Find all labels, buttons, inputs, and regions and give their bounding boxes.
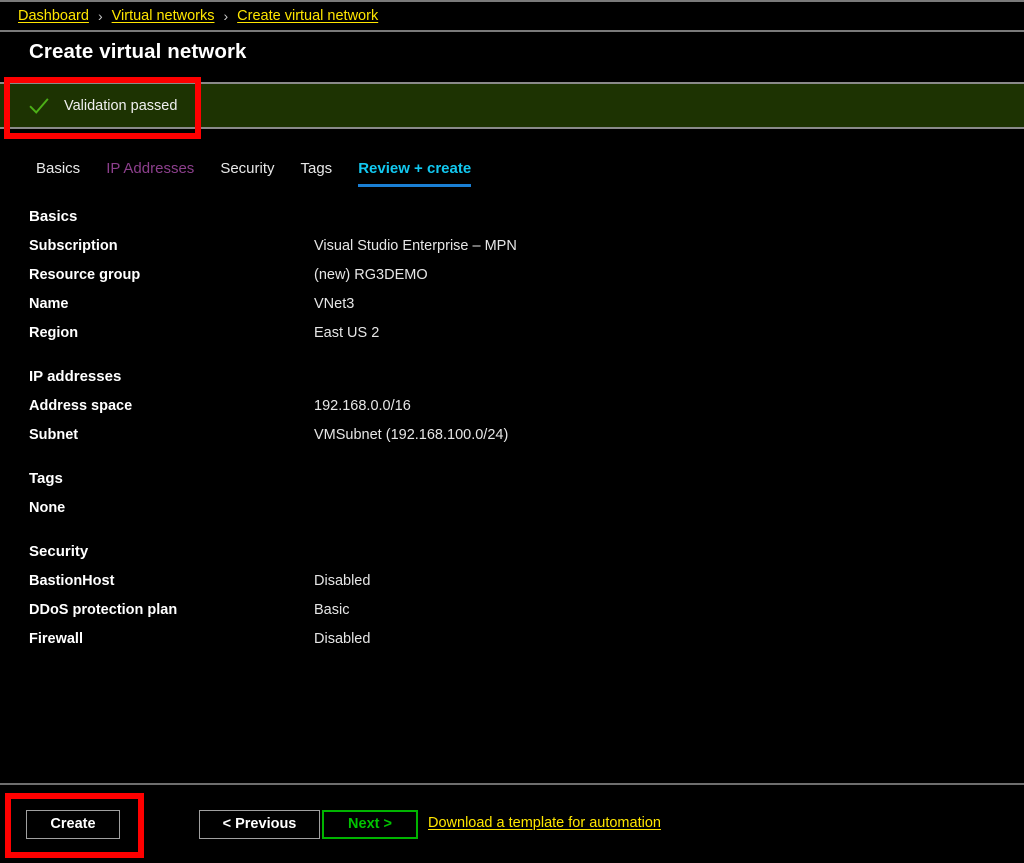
validation-banner-text: Validation passed (64, 97, 178, 114)
breadcrumb-item-dashboard[interactable]: Dashboard (18, 8, 89, 24)
summary-row: Resource group (new) RG3DEMO (0, 267, 1024, 283)
next-button[interactable]: Next > (322, 810, 418, 839)
tab-security[interactable]: Security (220, 160, 274, 183)
row-value: 192.168.0.0/16 (314, 398, 411, 414)
summary-row: Firewall Disabled (0, 631, 1024, 647)
section-tags: Tags None (0, 470, 1024, 516)
row-label: Region (29, 325, 79, 341)
row-value: Visual Studio Enterprise – MPN (314, 238, 517, 254)
row-label: Subscription (29, 238, 118, 254)
row-label: Resource group (29, 267, 141, 283)
section-ip-addresses: IP addresses Address space 192.168.0.0/1… (0, 368, 1024, 443)
download-template-link[interactable]: Download a template for automation (428, 815, 661, 831)
section-heading: IP addresses (29, 368, 122, 385)
row-label: Subnet (29, 427, 79, 443)
section-security: Security BastionHost Disabled DDoS prote… (0, 543, 1024, 647)
tab-review-create[interactable]: Review + create (358, 160, 472, 187)
row-value: (new) RG3DEMO (314, 267, 428, 283)
row-value: Disabled (314, 573, 371, 589)
breadcrumb-chevron-icon: › (97, 8, 103, 24)
row-label: Firewall (29, 631, 83, 647)
previous-button[interactable]: < Previous (199, 810, 320, 839)
check-icon (29, 97, 49, 114)
tab-ip-addresses[interactable]: IP Addresses (106, 160, 194, 183)
page-title: Create virtual network (29, 40, 247, 63)
row-value: VNet3 (314, 296, 355, 312)
summary-row: Region East US 2 (0, 325, 1024, 341)
summary-row: Subscription Visual Studio Enterprise – … (0, 238, 1024, 254)
summary-row: BastionHost Disabled (0, 573, 1024, 589)
breadcrumb-item-virtual-networks[interactable]: Virtual networks (112, 8, 215, 24)
wizard-tabs: Basics IP Addresses Security Tags Review… (0, 160, 1024, 187)
summary-row: Name VNet3 (0, 296, 1024, 312)
row-label: DDoS protection plan (29, 602, 178, 618)
section-heading: Tags (29, 470, 63, 487)
create-button[interactable]: Create (26, 810, 120, 839)
breadcrumb-item-create-virtual-network[interactable]: Create virtual network (237, 8, 378, 24)
row-value: Basic (314, 602, 350, 618)
row-label: Name (29, 296, 69, 312)
section-heading: Security (29, 543, 89, 560)
tags-empty-note: None (29, 500, 66, 516)
section-basics: Basics Subscription Visual Studio Enterp… (0, 208, 1024, 341)
section-heading: Basics (29, 208, 78, 225)
row-label: Address space (29, 398, 133, 414)
row-label: BastionHost (29, 573, 115, 589)
summary-row: Address space 192.168.0.0/16 (0, 398, 1024, 414)
summary-row: Subnet VMSubnet (192.168.100.0/24) (0, 427, 1024, 443)
summary-row: DDoS protection plan Basic (0, 602, 1024, 618)
row-value: East US 2 (314, 325, 380, 341)
tab-basics[interactable]: Basics (36, 160, 80, 183)
validation-banner: Validation passed (0, 82, 1024, 129)
row-value: VMSubnet (192.168.100.0/24) (314, 427, 509, 443)
tab-tags[interactable]: Tags (301, 160, 333, 183)
breadcrumb: Dashboard › Virtual networks › Create vi… (0, 2, 1024, 32)
row-value: Disabled (314, 631, 371, 647)
breadcrumb-chevron-icon: › (223, 8, 229, 24)
review-summary: Basics Subscription Visual Studio Enterp… (0, 208, 1024, 660)
